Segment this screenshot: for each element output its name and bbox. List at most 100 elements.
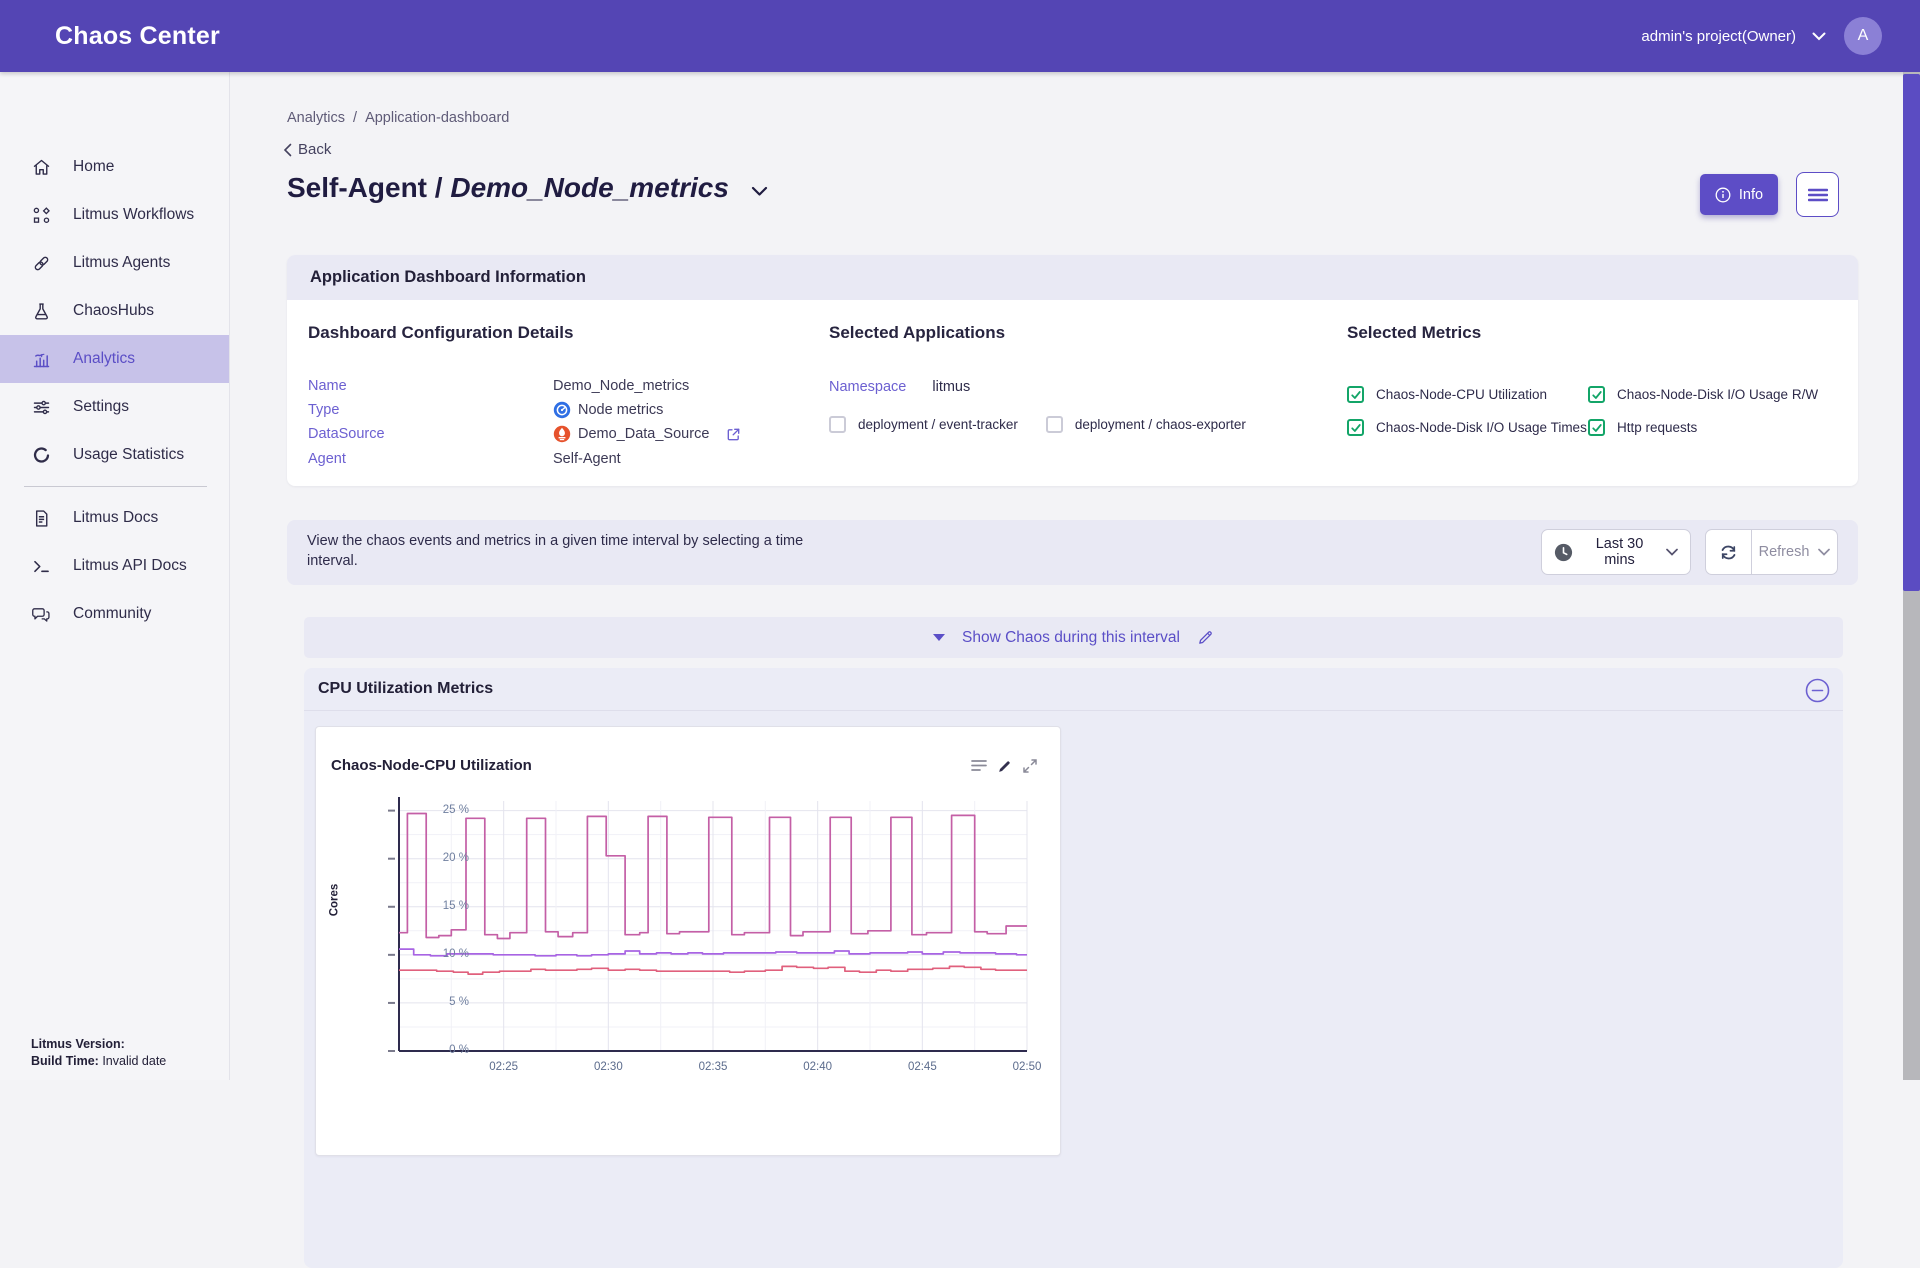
- sidebar-item-litmus-workflows[interactable]: Litmus Workflows: [0, 191, 229, 239]
- avatar-letter: A: [1858, 27, 1869, 45]
- namespace-label: Namespace: [829, 379, 906, 395]
- sidebar-item-label: Analytics: [73, 350, 135, 368]
- dashboard-menu-button[interactable]: [1796, 172, 1839, 217]
- config-value: Demo_Node_metrics: [553, 378, 689, 394]
- sidebar-item-label: Litmus Workflows: [73, 206, 194, 224]
- selected-metrics: Selected Metrics Chaos-Node-CPU Utilizat…: [1347, 323, 1818, 436]
- chart-edit-pencil-icon[interactable]: [997, 759, 1012, 774]
- sidebar-item-settings[interactable]: Settings: [0, 383, 229, 431]
- info-button[interactable]: Info: [1700, 174, 1778, 215]
- checkbox-chaos-exporter[interactable]: [1046, 416, 1063, 433]
- usage-icon: [31, 445, 52, 466]
- clock-icon: [1554, 543, 1573, 562]
- x-tick-label: 02:35: [691, 1061, 735, 1073]
- refresh-now-button[interactable]: [1705, 529, 1752, 575]
- time-range-select[interactable]: Last 30 mins: [1541, 529, 1691, 575]
- external-link-icon[interactable]: [726, 427, 741, 442]
- y-tick-label: 15 %: [423, 900, 469, 912]
- checkbox-event-tracker[interactable]: [829, 416, 846, 433]
- chart-data-lines-icon[interactable]: [971, 759, 987, 773]
- sidebar-item-litmus-api-docs[interactable]: Litmus API Docs: [0, 542, 229, 590]
- project-selector[interactable]: admin's project(Owner): [1641, 28, 1826, 45]
- cpu-chart-card: Chaos-Node-CPU Utilization Cores 0 %5 %1…: [315, 726, 1061, 1156]
- cpu-utilization-chart[interactable]: 0 %5 %10 %15 %20 %25 % 02:2502:3002:3502…: [399, 801, 1027, 1051]
- app-title: Chaos Center: [55, 22, 220, 51]
- avatar[interactable]: A: [1844, 17, 1882, 55]
- sidebar-item-label: Settings: [73, 398, 129, 416]
- time-interval-panel: View the chaos events and metrics in a g…: [287, 520, 1858, 585]
- config-label: Name: [308, 378, 553, 394]
- node-metrics-icon: [553, 401, 571, 419]
- litmus-version-label: Litmus Version:: [31, 1037, 125, 1051]
- y-tick-label: 25 %: [423, 804, 469, 816]
- sidebar-item-litmus-docs[interactable]: Litmus Docs: [0, 494, 229, 542]
- application-checkbox-item: deployment / chaos-exporter: [1046, 416, 1246, 433]
- dashboard-config-details: Dashboard Configuration Details Name Dem…: [308, 323, 741, 471]
- terminal-icon: [31, 556, 52, 577]
- back-button[interactable]: Back: [283, 141, 331, 158]
- build-time-label: Build Time:: [31, 1054, 99, 1068]
- sidebar-item-label: Community: [73, 605, 151, 623]
- sidebar-item-home[interactable]: Home: [0, 143, 229, 191]
- page-title-agent: Self-Agent /: [287, 172, 450, 203]
- config-value: Self-Agent: [553, 451, 621, 467]
- config-value: Demo_Data_Source: [578, 426, 709, 442]
- config-row-agent: Agent Self-Agent: [308, 447, 741, 471]
- home-icon: [31, 157, 52, 178]
- auto-refresh-select[interactable]: Refresh: [1752, 529, 1838, 575]
- metric-checkbox-item: Chaos-Node-Disk I/O Usage R/W: [1588, 386, 1818, 403]
- sidebar-divider: [24, 486, 207, 487]
- checkbox-label: Http requests: [1617, 420, 1697, 435]
- auto-refresh-value: Refresh: [1759, 544, 1810, 560]
- checkbox-label: deployment / chaos-exporter: [1075, 417, 1246, 432]
- sidebar-item-analytics[interactable]: Analytics: [0, 335, 229, 383]
- config-details-title: Dashboard Configuration Details: [308, 323, 741, 343]
- sidebar-item-usage-statistics[interactable]: Usage Statistics: [0, 431, 229, 479]
- back-label: Back: [298, 141, 331, 158]
- sidebar-item-label: Litmus API Docs: [73, 557, 187, 575]
- sidebar-item-label: ChaosHubs: [73, 302, 154, 320]
- show-chaos-toggle[interactable]: Show Chaos during this interval: [304, 617, 1843, 658]
- checkbox-cpu-utilization[interactable]: [1347, 386, 1364, 403]
- refresh-icon: [1718, 542, 1739, 563]
- collapse-section-button[interactable]: [1805, 678, 1830, 703]
- checkbox-http-requests[interactable]: [1588, 419, 1605, 436]
- breadcrumb-separator: /: [353, 110, 357, 126]
- sidebar-item-chaoshubs[interactable]: ChaosHubs: [0, 287, 229, 335]
- y-tick-label: 20 %: [423, 852, 469, 864]
- checkbox-label: Chaos-Node-CPU Utilization: [1376, 387, 1547, 402]
- config-label: Agent: [308, 451, 553, 467]
- main-content: Analytics / Application-dashboard Back S…: [230, 72, 1903, 1080]
- config-row-name: Name Demo_Node_metrics: [308, 374, 741, 398]
- version-info: Litmus Version: Build Time: Invalid date: [31, 1036, 166, 1070]
- dashboard-info-panel-title: Application Dashboard Information: [310, 268, 586, 287]
- y-axis-label: Cores: [328, 884, 340, 917]
- sidebar-item-community[interactable]: Community: [0, 590, 229, 638]
- breadcrumb-application-dashboard[interactable]: Application-dashboard: [365, 110, 509, 126]
- sidebar-item-label: Home: [73, 158, 114, 176]
- breadcrumb-analytics[interactable]: Analytics: [287, 110, 345, 126]
- page-scrollbar[interactable]: [1903, 72, 1920, 1080]
- sidebar-item-litmus-agents[interactable]: Litmus Agents: [0, 239, 229, 287]
- y-tick-label: 0 %: [423, 1044, 469, 1056]
- dashboard-switch-chevron-icon[interactable]: [751, 186, 768, 197]
- application-checkbox-item: deployment / event-tracker: [829, 416, 1018, 433]
- flask-icon: [31, 301, 52, 322]
- y-tick-label: 5 %: [423, 996, 469, 1008]
- checkbox-disk-io-times[interactable]: [1347, 419, 1364, 436]
- show-chaos-label: Show Chaos during this interval: [962, 629, 1180, 647]
- checkbox-label: Chaos-Node-Disk I/O Usage Times: [1376, 420, 1587, 435]
- checkbox-disk-io-rw[interactable]: [1588, 386, 1605, 403]
- config-row-type: Type Node metrics: [308, 398, 741, 422]
- x-tick-label: 02:45: [900, 1061, 944, 1073]
- chevron-down-icon: [1812, 32, 1826, 41]
- selected-applications: Selected Applications Namespace litmus d…: [829, 323, 1246, 433]
- chart-expand-icon[interactable]: [1022, 758, 1038, 774]
- checkbox-label: Chaos-Node-Disk I/O Usage R/W: [1617, 387, 1818, 402]
- edit-pencil-icon[interactable]: [1197, 629, 1214, 646]
- namespace-value: litmus: [932, 379, 970, 395]
- page-title: Self-Agent / Demo_Node_metrics: [287, 172, 729, 204]
- x-tick-label: 02:25: [482, 1061, 526, 1073]
- triangle-down-icon: [933, 634, 945, 641]
- scrollbar-thumb[interactable]: [1903, 74, 1920, 591]
